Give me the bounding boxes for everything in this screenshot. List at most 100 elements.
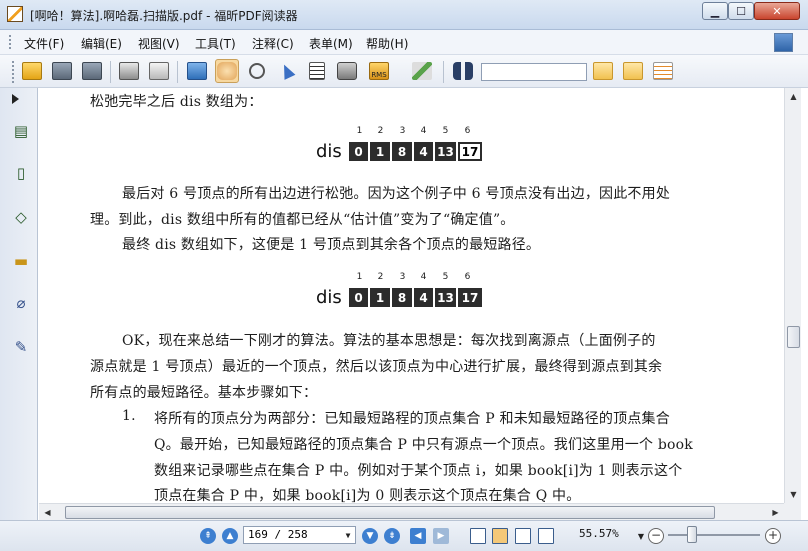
vertical-scrollbar[interactable]: ▲ ▼ [784, 88, 801, 503]
rms-label: RMS [369, 62, 389, 80]
go-forward-icon[interactable]: ▶ [433, 528, 449, 544]
dis-cell: 1 [370, 288, 392, 307]
zoom-slider-track[interactable] [668, 534, 760, 536]
dis-cell: 13 [435, 142, 458, 161]
dis-cell-highlighted: 17 [458, 142, 482, 161]
pages-icon[interactable]: ▯ [11, 162, 31, 184]
status-bar: ⇞ ▲ 169 / 258 ▼ ▼ ⇟ ◀ ▶ 55.57% ▼ − + [0, 520, 808, 551]
dis-cell: 8 [392, 288, 414, 307]
find-prev-icon[interactable] [591, 59, 615, 83]
close-button[interactable]: ✕ [754, 2, 800, 20]
zoom-slider-thumb[interactable] [687, 526, 697, 543]
text-line: 所有点的最短路径。基本步骤如下： [90, 385, 318, 401]
menu-form[interactable]: 表单(M) [309, 35, 353, 52]
select-arrow-icon[interactable] [275, 59, 299, 83]
scroll-up-icon[interactable]: ▲ [785, 88, 802, 105]
dis-cell: 4 [414, 142, 435, 161]
continuous-page-icon[interactable] [492, 528, 508, 544]
index-label: 5 [442, 272, 449, 282]
comments-icon[interactable]: ▬ [11, 250, 31, 272]
text-line: 最后对 6 号顶点的所有出边进行松弛。因为这个例子中 6 号顶点没有出边，因此不… [122, 186, 671, 202]
page-number-field[interactable]: 169 / 258 ▼ [243, 526, 356, 544]
signatures-icon[interactable]: ✎ [11, 336, 31, 358]
find-next-icon[interactable] [621, 59, 645, 83]
menu-help[interactable]: 帮助(H) [366, 35, 408, 52]
scroll-right-icon[interactable]: ▶ [767, 504, 784, 521]
index-label: 4 [420, 126, 427, 136]
first-page-icon[interactable]: ⇞ [200, 528, 216, 544]
navigation-panel: ▤ ▯ ◇ ▬ ⌀ ✎ [0, 88, 38, 522]
menu-view[interactable]: 视图(V) [138, 35, 180, 52]
menu-edit[interactable]: 编辑(E) [81, 35, 122, 52]
menu-grip [9, 35, 12, 49]
dis-array-figure-2: dis 1 2 3 4 5 6 0 1 8 4 13 17 [316, 272, 486, 317]
previous-page-icon[interactable]: ▲ [222, 528, 238, 544]
scroll-down-icon[interactable]: ▼ [785, 486, 802, 503]
index-label: 6 [464, 126, 471, 136]
document-view[interactable]: 松弛完毕之后 dis 数组为： dis 1 2 3 4 5 6 0 1 8 4 … [39, 88, 784, 503]
dis-cell: 0 [349, 142, 370, 161]
bookmarks-icon[interactable]: ▤ [11, 120, 31, 142]
dis-cell: 8 [392, 142, 414, 161]
layers-icon[interactable]: ◇ [11, 206, 31, 228]
dis-cell: 0 [349, 288, 370, 307]
maximize-button[interactable]: ☐ [728, 2, 754, 20]
print-icon[interactable] [117, 59, 141, 83]
single-page-icon[interactable] [470, 528, 486, 544]
text-select-icon[interactable] [305, 59, 329, 83]
toolbar-separator [177, 61, 178, 83]
dis-cell: 17 [458, 288, 482, 307]
page-dropdown-icon[interactable]: ▼ [342, 528, 354, 542]
go-back-icon[interactable]: ◀ [410, 528, 426, 544]
minimize-button[interactable]: ▁ [702, 2, 728, 20]
snapshot-icon[interactable] [335, 59, 359, 83]
rms-lock-icon[interactable]: RMS [367, 59, 391, 83]
zoom-dropdown-icon[interactable]: ▼ [633, 528, 649, 544]
facing-page-icon[interactable] [515, 528, 531, 544]
window-title: [啊哈！算法].啊哈磊.扫描版.pdf - 福昕PDF阅读器 [30, 9, 298, 23]
panel-toggle-icon[interactable] [774, 33, 793, 52]
scroll-corner [784, 503, 801, 520]
zoom-out-icon[interactable]: − [648, 528, 664, 544]
scanner-icon[interactable] [147, 59, 171, 83]
menu-comment[interactable]: 注释(C) [252, 35, 294, 52]
hand-tool-icon[interactable] [215, 59, 239, 83]
typewriter-icon[interactable] [410, 59, 434, 83]
last-page-icon[interactable]: ⇟ [384, 528, 400, 544]
title-bar: [啊哈！算法].啊哈磊.扫描版.pdf - 福昕PDF阅读器 ▁ ☐ ✕ [0, 0, 808, 30]
dis-cell: 4 [414, 288, 435, 307]
index-label: 1 [356, 272, 363, 282]
horizontal-scroll-thumb[interactable] [65, 506, 715, 519]
continuous-facing-icon[interactable] [538, 528, 554, 544]
horizontal-scrollbar[interactable]: ◀ ▶ [39, 503, 784, 520]
open-icon[interactable] [20, 59, 44, 83]
text-line: 松弛完毕之后 dis 数组为： [90, 94, 263, 110]
scroll-left-icon[interactable]: ◀ [39, 504, 56, 521]
zoom-in-icon[interactable]: + [765, 528, 781, 544]
index-label: 2 [377, 126, 384, 136]
dis-cell: 13 [435, 288, 458, 307]
attachments-icon[interactable]: ⌀ [11, 292, 31, 314]
save-icon[interactable] [50, 59, 74, 83]
text-line: 最终 dis 数组如下，这便是 1 号顶点到其余各个顶点的最短路径。 [122, 237, 541, 253]
text-line: OK，现在来总结一下刚才的算法。算法的基本思想是：每次找到离源点（上面例子的 [122, 333, 656, 349]
index-label: 3 [399, 272, 406, 282]
menu-bar: 文件(F) 编辑(E) 视图(V) 工具(T) 注释(C) 表单(M) 帮助(H… [0, 30, 808, 55]
search-input[interactable] [481, 63, 587, 81]
save-as-icon[interactable] [80, 59, 104, 83]
index-label: 1 [356, 126, 363, 136]
expand-panel-icon[interactable] [12, 94, 19, 104]
foxit-app-icon [7, 6, 23, 22]
screen-icon[interactable] [185, 59, 209, 83]
binoculars-icon[interactable] [451, 59, 475, 83]
zoom-tool-icon[interactable] [245, 59, 269, 83]
zoom-level[interactable]: 55.57% [579, 527, 619, 540]
index-label: 6 [464, 272, 471, 282]
next-page-icon[interactable]: ▼ [362, 528, 378, 544]
highlight-icon[interactable] [651, 59, 675, 83]
toolbar-separator [443, 61, 444, 83]
menu-file[interactable]: 文件(F) [24, 35, 64, 52]
menu-tools[interactable]: 工具(T) [195, 35, 236, 52]
vertical-scroll-thumb[interactable] [787, 326, 800, 348]
dis-array-figure-1: dis 1 2 3 4 5 6 0 1 8 4 13 17 [316, 126, 486, 171]
